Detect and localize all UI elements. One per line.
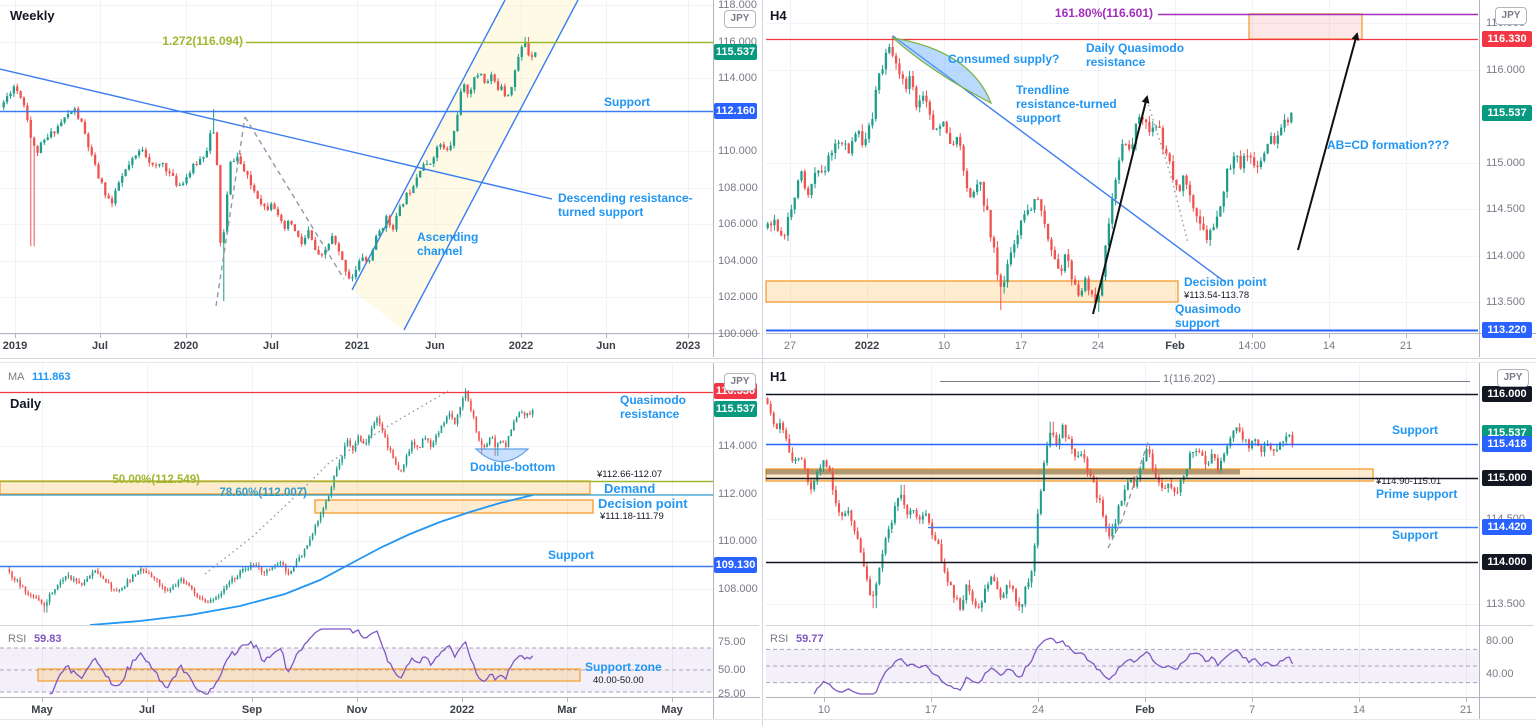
rsi-support-zone[interactable]	[37, 668, 581, 682]
rsi-label-h1: RSI	[770, 633, 789, 645]
currency-badge-h4[interactable]: JPY	[1495, 7, 1527, 25]
chart-canvas[interactable]	[0, 0, 1536, 726]
rsi-value-h1: 59.77	[796, 633, 824, 645]
rsi-value-daily: 59.83	[34, 633, 62, 645]
supply-demand-zone[interactable]	[314, 499, 594, 514]
ascending-channel-fill[interactable]	[352, 0, 578, 330]
ma-label: MA	[8, 371, 25, 383]
panel-title-h1: H1	[770, 369, 787, 384]
candlestick-series	[766, 397, 1294, 614]
annotation-arrow[interactable]	[1297, 32, 1360, 251]
double-bottom-arc[interactable]	[474, 448, 530, 462]
supply-demand-zone[interactable]	[766, 469, 1240, 475]
currency-badge-weekly[interactable]: JPY	[724, 10, 756, 28]
currency-badge-daily[interactable]: JPY	[724, 373, 756, 391]
rsi-label-daily: RSI	[8, 633, 27, 645]
multi-chart-layout: 118.000 116.000 114.000 110.000 108.000 106.0…	[0, 0, 1536, 726]
dashed-projection-line[interactable]	[1107, 441, 1149, 549]
ma-value: 111.863	[32, 371, 71, 383]
dashed-projection-line[interactable]	[244, 116, 345, 280]
currency-badge-h1[interactable]: JPY	[1497, 369, 1529, 387]
panel-title-h4: H4	[770, 8, 787, 23]
panel-title-daily: Daily	[10, 396, 42, 411]
moving-average-line	[89, 494, 534, 625]
supply-demand-zone[interactable]	[1248, 13, 1363, 40]
supply-demand-zone[interactable]	[765, 280, 1179, 303]
candlestick-series	[766, 35, 1293, 312]
panel-title-weekly: Weekly	[10, 8, 55, 23]
supply-demand-zone[interactable]	[0, 480, 591, 495]
